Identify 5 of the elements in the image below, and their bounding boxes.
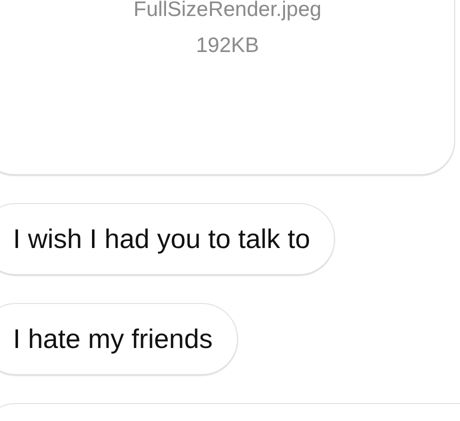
message-bubble: I wish I had you to talk to — [0, 203, 336, 275]
attachment-bubble[interactable]: FullSizeRender.jpeg 192KB — [0, 0, 455, 175]
file-size: 192KB — [196, 34, 260, 58]
message-bubble: I hate my friends — [0, 303, 238, 375]
file-name: FullSizeRender.jpeg — [134, 0, 322, 22]
